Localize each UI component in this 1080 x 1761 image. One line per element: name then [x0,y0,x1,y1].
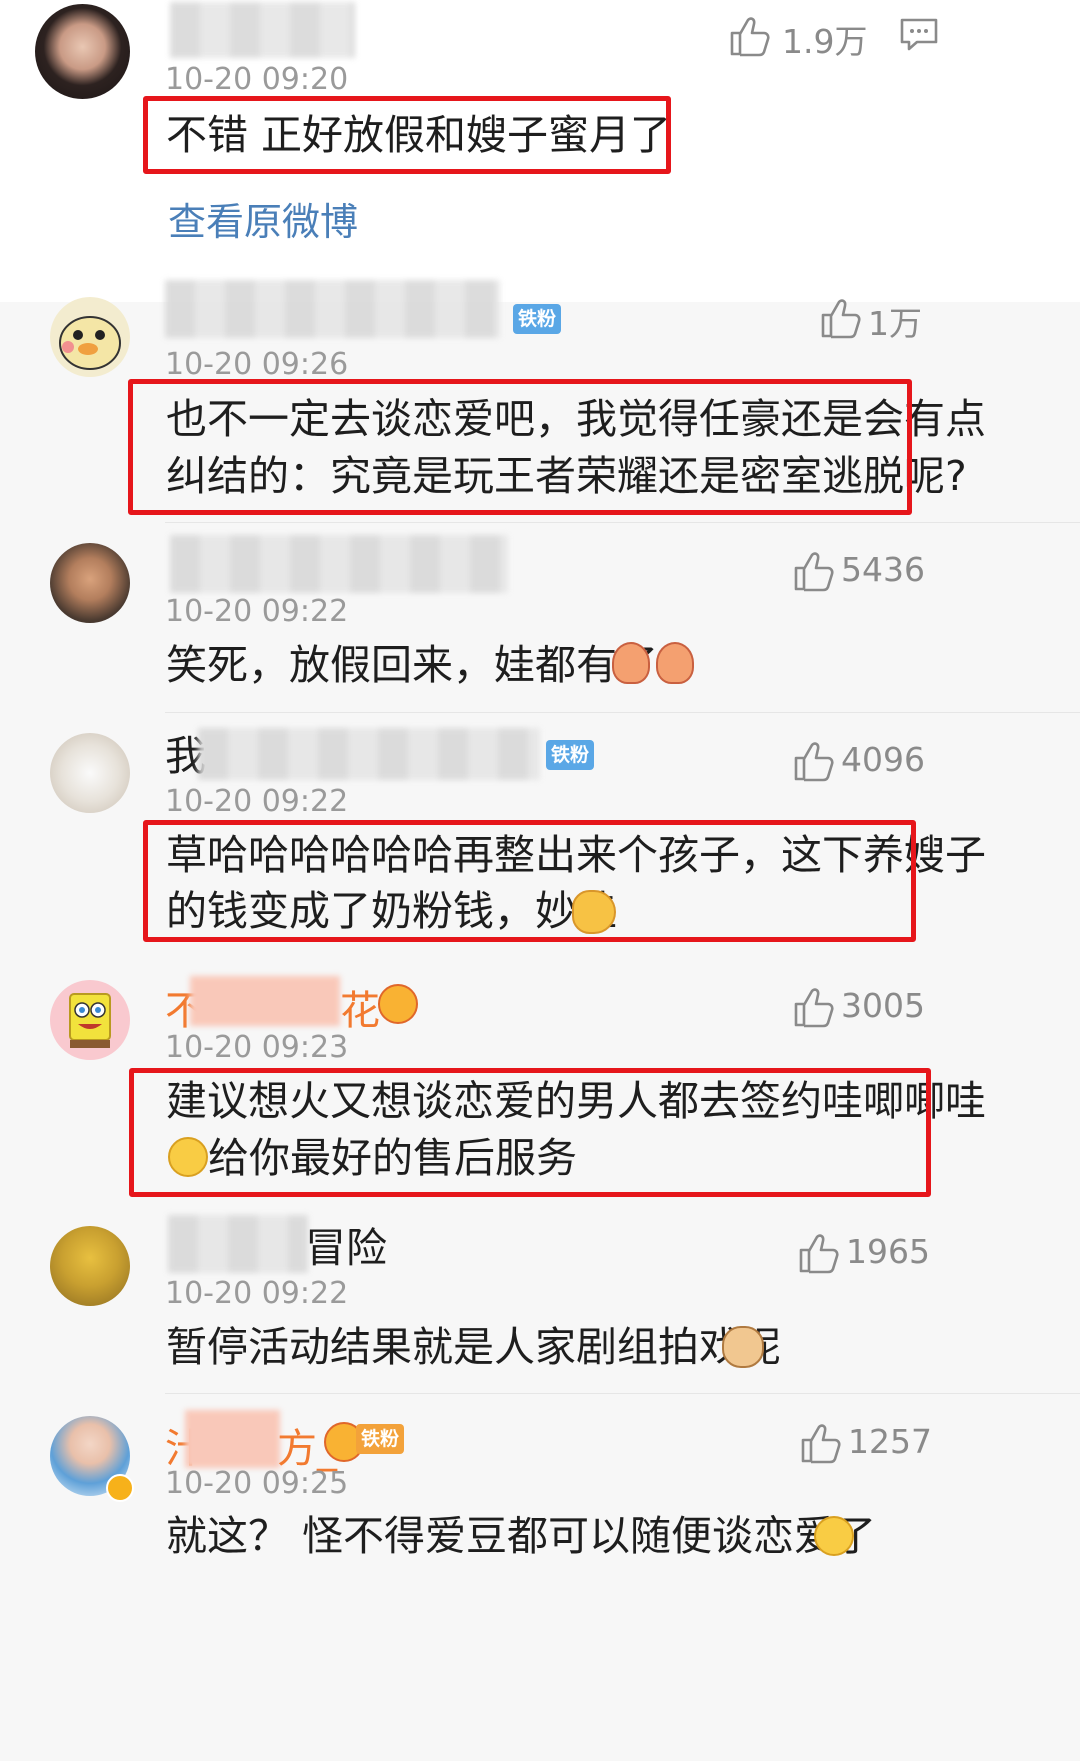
timestamp: 10-20 09:26 [165,347,349,382]
like-count[interactable]: 5436 [841,550,925,589]
thumb-up-icon[interactable] [796,1231,840,1275]
avatar[interactable] [50,543,130,623]
username-suffix[interactable]: 花 [340,978,380,1036]
fan-badge: 铁粉 [546,740,594,770]
avatar[interactable] [50,980,130,1060]
timestamp: 10-20 09:25 [165,1466,349,1501]
divider [165,1393,1080,1394]
thumb-up-icon[interactable] [791,985,835,1029]
like-count[interactable]: 1.9万 [782,15,867,63]
view-original-link[interactable]: 查看原微博 [168,191,358,246]
timestamp: 10-20 09:22 [165,784,349,819]
thumb-up-icon[interactable] [791,549,835,593]
comment-text: 就这？ 怪不得爱豆都可以随便谈恋爱了 [166,1512,877,1560]
avatar[interactable] [35,4,130,99]
avatar[interactable] [50,1226,130,1306]
username-blurred[interactable] [185,1410,280,1468]
divider [165,522,1080,523]
comment-text: 暂停活动结果就是人家剧组拍戏呢 [166,1323,781,1371]
cat-emoji-icon [722,1326,764,1368]
crown-badge-icon [378,984,418,1024]
thumb-up-icon[interactable] [727,14,771,58]
timestamp: 10-20 09:23 [165,1030,349,1065]
highlight-box [128,379,912,515]
smile-emoji-icon [814,1516,854,1556]
username-blurred[interactable] [190,976,340,1026]
highlight-box [129,1068,931,1197]
thumb-up-icon[interactable] [791,739,835,783]
timestamp: 10-20 09:20 [165,62,349,97]
sponge-avatar-icon [69,993,111,1048]
like-count[interactable]: 3005 [841,986,925,1025]
laugh-emoji-icon [656,642,694,684]
username-blurred[interactable] [170,2,355,58]
username-blurred[interactable] [165,280,500,338]
like-count[interactable]: 1965 [846,1232,930,1271]
highlight-box [143,820,916,942]
like-count[interactable]: 1万 [868,297,922,345]
thumb-up-icon[interactable] [798,1421,842,1465]
verified-icon [106,1474,134,1502]
thumb-up-icon[interactable] [818,296,862,340]
like-count[interactable]: 1257 [848,1422,932,1461]
fan-badge: 铁粉 [356,1424,404,1454]
timestamp: 10-20 09:22 [165,594,349,629]
username-suffix[interactable]: 冒险 [305,1217,387,1279]
fan-badge: 铁粉 [513,304,561,334]
timestamp: 10-20 09:22 [165,1276,349,1311]
username-blurred[interactable] [198,728,540,780]
avatar[interactable] [50,297,130,377]
laugh-emoji-icon [612,642,650,684]
highlight-box [143,96,671,174]
like-count[interactable]: 4096 [841,740,925,779]
username-blurred[interactable] [170,535,508,593]
avatar[interactable] [50,733,130,813]
username-blurred[interactable] [168,1215,308,1273]
divider [165,712,1080,713]
comment-icon[interactable] [899,17,939,53]
duck-avatar-icon [59,316,121,370]
comment-text: 笑死，放假回来，娃都有了 [166,641,658,689]
